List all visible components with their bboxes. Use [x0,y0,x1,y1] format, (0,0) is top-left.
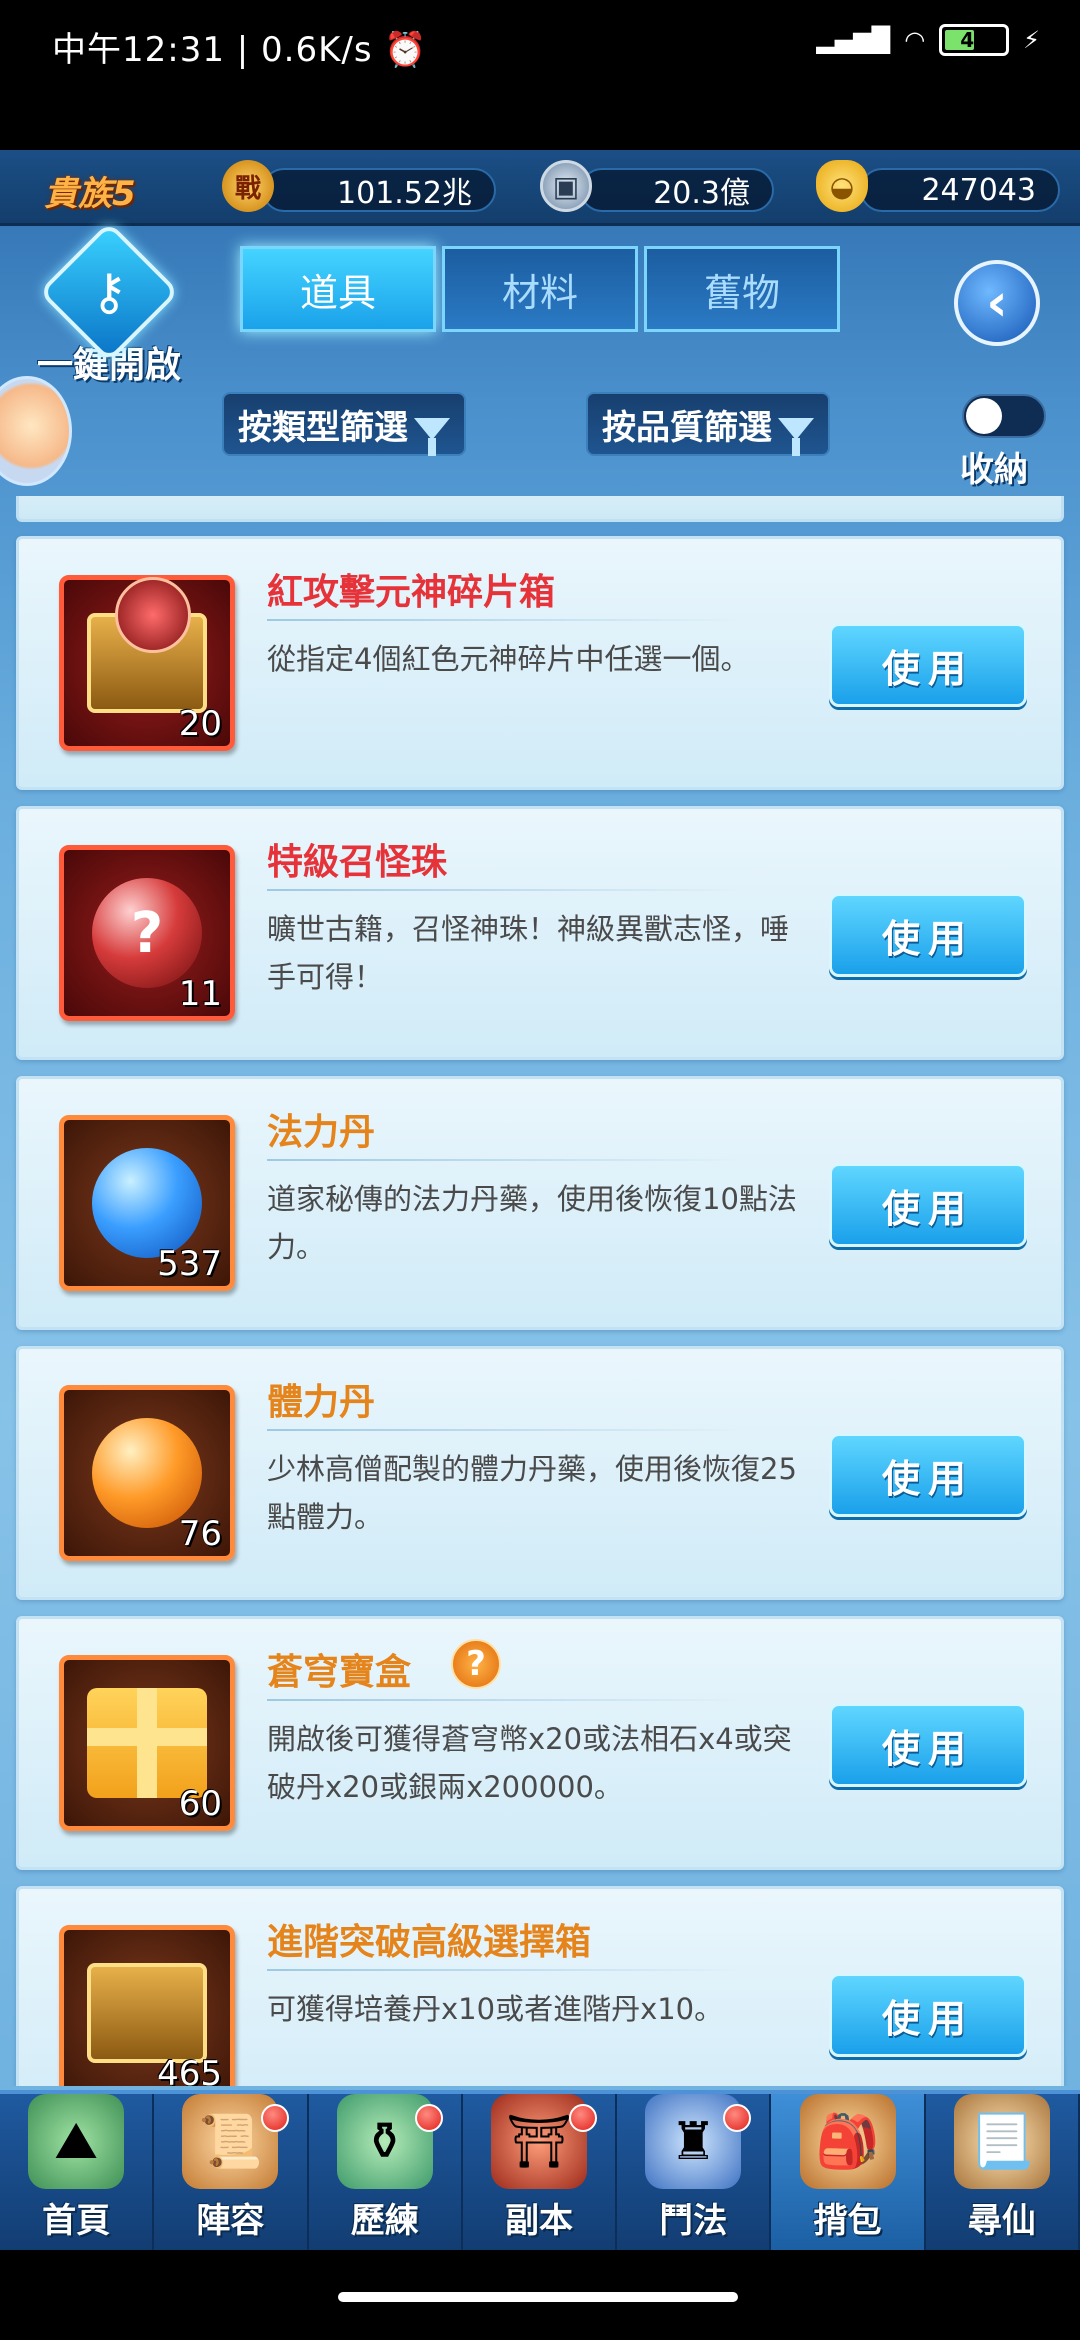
nav-seek-immortal[interactable]: 📃 尋仙 [926,2094,1080,2250]
ingot-display: 247043 [860,168,1060,212]
item-description: 少林高僧配製的體力丹藥，使用後恢復25點體力。 [267,1452,797,1534]
item-description: 可獲得培養丹x10或者進階丹x10。 [267,1992,724,2026]
nav-arena[interactable]: ♜ 鬥法 [617,2094,772,2250]
notification-dot [723,2104,752,2132]
floating-island-icon: ⛰ [28,2094,125,2189]
use-button[interactable]: 使用 [829,1703,1027,1787]
status-bar: 中午12:31 | 0.6K/s ⏰ ▂▄▆█ ◠ 45 ⚡ [0,0,1080,150]
currency-bar: 貴族5 101.52兆 戰 20.3億 ▣ 247043 ◒ [0,150,1080,226]
filter-by-quality-label: 按品質篩選 [602,407,772,448]
item-count: 60 [178,1784,222,1824]
item-name: 紅攻擊元神碎片箱 [267,572,556,613]
gesture-area [0,2250,1080,2340]
nav-dungeon[interactable]: ⛩ 副本 [463,2094,618,2250]
scroll-icon: 📃 [953,2094,1050,2189]
back-arrow-icon: ‹ [986,273,1008,333]
charging-icon: ⚡ [1023,26,1040,54]
power-display: 101.52兆 [262,168,496,212]
gift-box-icon: 60 [59,1655,235,1831]
blue-pill-icon: 537 [59,1115,235,1291]
notification-dot [260,2104,289,2132]
bag-header: ⚷ 一鍵開啟 道具 材料 舊物 ‹ 按類型篩選 按品質篩選 收納 [0,221,1080,496]
item-count: 465 [157,2054,222,2086]
item-count: 76 [178,1514,222,1554]
item-description: 曠世古籍，召怪神珠！神級異獸志怪，唾手可得！ [267,912,790,994]
list-item: 20 紅攻擊元神碎片箱 從指定4個紅色元神碎片中任選一個。 使用 [16,536,1064,790]
item-name: 特級召怪珠 [267,842,448,883]
item-count: 20 [178,704,222,744]
nav-lineup[interactable]: 📜 陣容 [154,2094,309,2250]
backpack-icon: 🎒 [799,2094,896,2189]
bottom-nav: ⛰ 首頁 📜 陣容 ⚱ 歷練 ⛩ 副本 ♜ 鬥法 🎒 揹包 📃 尋仙 [0,2090,1080,2250]
filter-by-type-label: 按類型篩選 [238,407,408,448]
filter-by-quality-button[interactable]: 按品質篩選 [586,392,830,456]
copper-coin-icon: ▣ [540,160,592,212]
signal-icon: ▂▄▆█ [816,26,891,54]
filter-by-type-button[interactable]: 按類型篩選 [222,392,466,456]
item-list[interactable]: 20 紅攻擊元神碎片箱 從指定4個紅色元神碎片中任選一個。 使用 ? 11 特級… [10,496,1070,2086]
use-button[interactable]: 使用 [829,1973,1027,2057]
use-button[interactable]: 使用 [829,1433,1027,1517]
list-item: 76 體力丹 少林高僧配製的體力丹藥，使用後恢復25點體力。 使用 [16,1346,1064,1600]
back-button[interactable]: ‹ [954,260,1040,346]
battery-icon: 45 [939,24,1010,56]
list-item: 537 法力丹 道家秘傳的法力丹藥，使用後恢復10點法力。 使用 [16,1076,1064,1330]
onekey-open-button[interactable]: ⚷ 一鍵開啟 [34,221,184,388]
notification-dot [414,2104,443,2132]
nav-bag[interactable]: 🎒 揹包 [771,2094,926,2250]
item-name: 體力丹 [267,1382,376,1423]
status-icons: ▂▄▆█ ◠ 45 ⚡ [816,24,1040,56]
item-count: 11 [178,974,222,1014]
avatar[interactable] [0,376,72,486]
nav-training[interactable]: ⚱ 歷練 [309,2094,463,2250]
item-name: 蒼穹寶盒 [267,1652,412,1693]
wifi-icon: ◠ [904,26,926,54]
coin-display: 20.3億 [580,168,774,212]
chest-red-icon: 20 [59,575,235,751]
item-name: 進階突破高級選擇箱 [267,1922,592,1963]
list-item [16,496,1064,522]
item-description: 道家秘傳的法力丹藥，使用後恢復10點法力。 [267,1182,797,1264]
tab-materials[interactable]: 材料 [442,246,638,332]
tab-old-items[interactable]: 舊物 [644,246,840,332]
power-icon: 戰 [222,160,274,212]
use-button[interactable]: 使用 [829,623,1027,707]
item-description: 開啟後可獲得蒼穹幣x20或法相石x4或突破丹x20或銀兩x200000。 [267,1722,792,1804]
help-icon[interactable]: ? [451,1639,501,1689]
notification-dot [569,2104,598,2132]
list-item: 60 蒼穹寶盒 ? 開啟後可獲得蒼穹幣x20或法相石x4或突破丹x20或銀兩x2… [16,1616,1064,1870]
list-item: 465 進階突破高級選擇箱 可獲得培養丹x10或者進階丹x10。 使用 [16,1886,1064,2086]
item-description: 從指定4個紅色元神碎片中任選一個。 [267,642,750,676]
use-button[interactable]: 使用 [829,893,1027,977]
chest-orbs-icon: 465 [59,1925,235,2086]
collapse-toggle-label: 收納 [960,450,1028,490]
game-screen: 貴族5 101.52兆 戰 20.3億 ▣ 247043 ◒ ⚷ 一鍵開啟 道具… [0,150,1080,2250]
item-name: 法力丹 [267,1112,376,1153]
summon-orb-icon: ? 11 [59,845,235,1021]
nav-home[interactable]: ⛰ 首頁 [0,2094,155,2250]
collapse-toggle[interactable] [962,394,1046,438]
use-button[interactable]: 使用 [829,1163,1027,1247]
funnel-icon [778,418,814,456]
home-indicator[interactable] [338,2292,738,2302]
gold-ingot-icon: ◒ [816,160,868,212]
item-count: 537 [157,1244,222,1284]
tab-items[interactable]: 道具 [240,246,436,332]
vip-badge[interactable]: 貴族5 [44,166,136,215]
funnel-icon [414,418,450,456]
list-item: ? 11 特級召怪珠 曠世古籍，召怪神珠！神級異獸志怪，唾手可得！ 使用 [16,806,1064,1060]
orange-pill-icon: 76 [59,1385,235,1561]
status-time: 中午12:31 | 0.6K/s ⏰ [52,30,428,70]
